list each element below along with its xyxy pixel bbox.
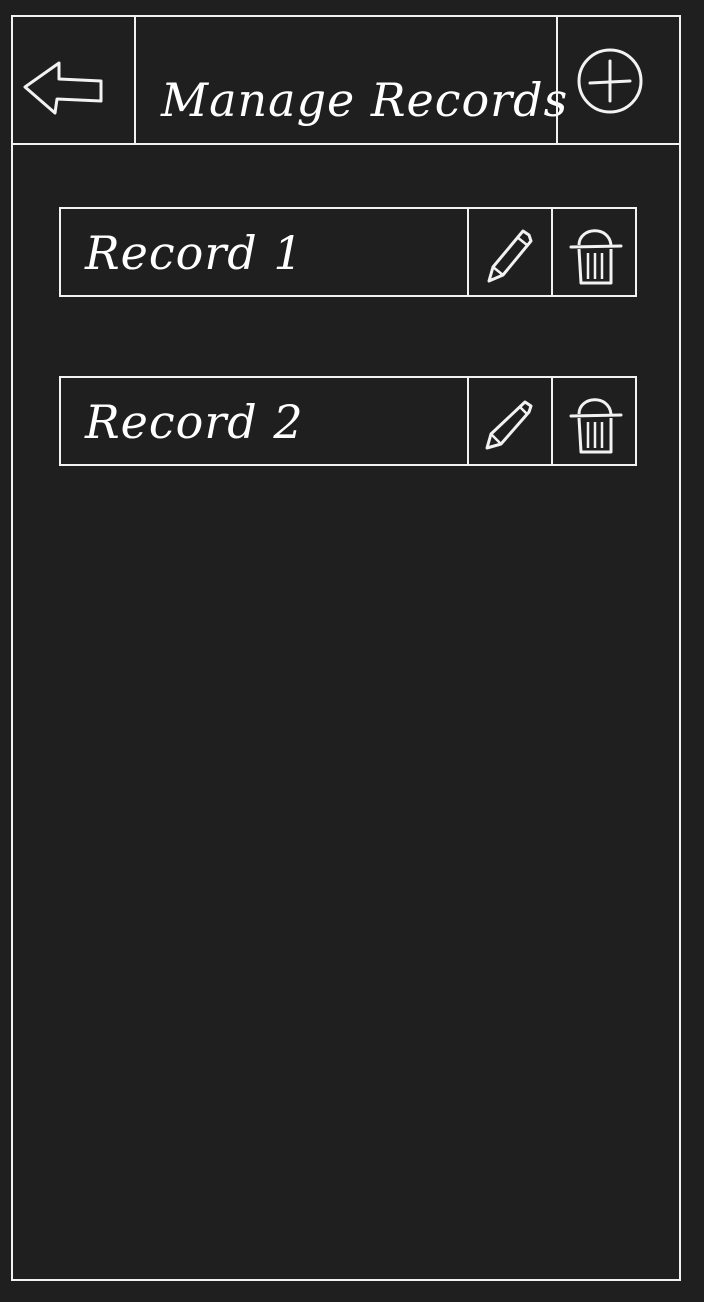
record-label: Record 2: [85, 395, 304, 449]
phone-frame: [11, 15, 681, 1281]
back-arrow-icon: [23, 61, 103, 115]
record-row[interactable]: Record 1: [59, 207, 637, 297]
plus-circle-icon: [577, 48, 643, 114]
record-label: Record 1: [85, 226, 304, 280]
edit-record-button[interactable]: [467, 209, 553, 295]
edit-record-button[interactable]: [467, 378, 553, 464]
delete-record-button[interactable]: [553, 378, 635, 464]
app-header: Manage Records: [11, 15, 681, 145]
record-row[interactable]: Record 2: [59, 376, 637, 466]
pencil-icon: [485, 400, 533, 450]
page-title: Manage Records: [161, 73, 569, 127]
trash-icon: [569, 229, 623, 285]
delete-record-button[interactable]: [553, 209, 635, 295]
trash-icon: [569, 398, 623, 454]
add-record-button[interactable]: [556, 15, 679, 143]
pencil-icon: [487, 229, 533, 283]
back-button[interactable]: [11, 15, 136, 143]
